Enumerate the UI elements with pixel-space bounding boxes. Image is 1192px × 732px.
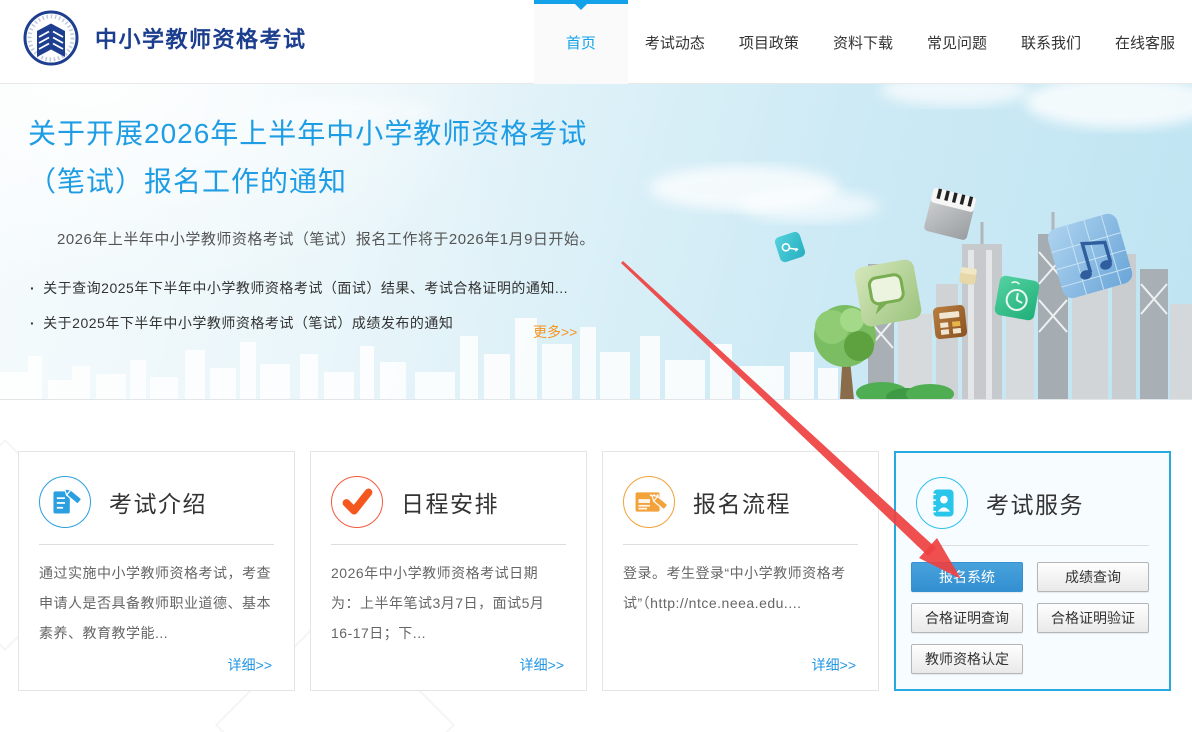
news-link-interview-results[interactable]: 关于查询2025年下半年中小学教师资格考试（面试）结果、考试合格证明的通知... <box>30 271 613 306</box>
news-link-written-scores[interactable]: 关于2025年下半年中小学教师资格考试（笔试）成绩发布的通知 <box>30 306 613 341</box>
note-pencil-icon <box>39 476 91 528</box>
main-nav: 首页 考试动态 项目政策 资料下载 常见问题 联系我们 在线客服 <box>533 0 1192 84</box>
nav-item-faq[interactable]: 常见问题 <box>910 0 1004 84</box>
more-link[interactable]: 更多>> <box>533 322 577 342</box>
card-registration-process: 报名流程 登录。考生登录“中小学教师资格考试”（http://ntce.neea… <box>602 451 879 691</box>
nav-item-online-service[interactable]: 在线客服 <box>1098 0 1192 84</box>
detail-link-exam-intro[interactable]: 详细>> <box>228 655 272 675</box>
site-title: 中小学教师资格考试 <box>95 27 307 52</box>
book-logo-icon <box>23 10 79 66</box>
card-schedule: 日程安排 2026年中小学教师资格考试日期为：上半年笔试3月7日，面试5月16-… <box>310 451 587 691</box>
news-list: 关于查询2025年下半年中小学教师资格考试（面试）结果、考试合格证明的通知...… <box>30 271 613 341</box>
detail-link-schedule[interactable]: 详细>> <box>520 655 564 675</box>
site-header: 中小学教师资格考试 首页 考试动态 项目政策 资料下载 常见问题 联系我们 在线… <box>0 0 1192 84</box>
card-title: 日程安排 <box>401 491 499 517</box>
notice-headline[interactable]: 关于开展2026年上半年中小学教师资格考试（笔试）报名工作的通知 <box>28 110 613 206</box>
contact-book-icon <box>916 477 968 529</box>
card-exam-intro: 考试介绍 通过实施中小学教师资格考试，考查申请人是否具备教师职业道德、基本素养、… <box>18 451 295 691</box>
small-cube <box>959 267 977 285</box>
checkmark-icon <box>331 476 383 528</box>
piano-cube <box>924 187 977 240</box>
site-logo[interactable]: 中小学教师资格考试 <box>23 10 307 66</box>
detail-link-process[interactable]: 详细>> <box>812 655 856 675</box>
card-title: 考试介绍 <box>109 491 207 517</box>
browser-pencil-icon <box>623 476 675 528</box>
service-buttons: 报名系统 成绩查询 合格证明查询 合格证明验证 教师资格认定 <box>896 546 1169 674</box>
calculator-cube <box>932 304 968 340</box>
registration-system-button[interactable]: 报名系统 <box>911 562 1023 592</box>
nav-item-policies[interactable]: 项目政策 <box>722 0 816 84</box>
notice-subtitle: 2026年上半年中小学教师资格考试（笔试）报名工作将于2026年1月9日开始。 <box>57 231 595 248</box>
teacher-accreditation-button[interactable]: 教师资格认定 <box>911 644 1023 674</box>
certificate-query-button[interactable]: 合格证明查询 <box>911 603 1023 633</box>
nav-item-contact[interactable]: 联系我们 <box>1004 0 1098 84</box>
cards-section: 考试介绍 通过实施中小学教师资格考试，考查申请人是否具备教师职业道德、基本素养、… <box>0 400 1192 732</box>
hero-banner: 关于开展2026年上半年中小学教师资格考试（笔试）报名工作的通知 2026年上半… <box>0 84 1192 400</box>
card-body-text: 登录。考生登录“中小学教师资格考试”（http://ntce.neea.edu.… <box>623 565 846 611</box>
card-title: 报名流程 <box>693 491 791 517</box>
card-body-text: 通过实施中小学教师资格考试，考查申请人是否具备教师职业道德、基本素养、教育教学能… <box>39 565 271 641</box>
nav-item-home[interactable]: 首页 <box>533 0 628 84</box>
card-body-text: 2026年中小学教师资格考试日期为：上半年笔试3月7日，面试5月16-17日；下… <box>331 565 545 641</box>
speech-bubble-cube <box>854 259 922 327</box>
ntce-homepage: 中小学教师资格考试 首页 考试动态 项目政策 资料下载 常见问题 联系我们 在线… <box>0 0 1192 732</box>
score-query-button[interactable]: 成绩查询 <box>1037 562 1149 592</box>
key-cube <box>774 231 806 263</box>
card-title: 考试服务 <box>986 492 1084 518</box>
clock-cube <box>994 275 1040 321</box>
nav-item-exam-news[interactable]: 考试动态 <box>628 0 722 84</box>
card-exam-services: 考试服务 报名系统 成绩查询 合格证明查询 合格证明验证 教师资格认定 <box>894 451 1171 691</box>
nav-item-downloads[interactable]: 资料下载 <box>816 0 910 84</box>
certificate-verify-button[interactable]: 合格证明验证 <box>1037 603 1149 633</box>
